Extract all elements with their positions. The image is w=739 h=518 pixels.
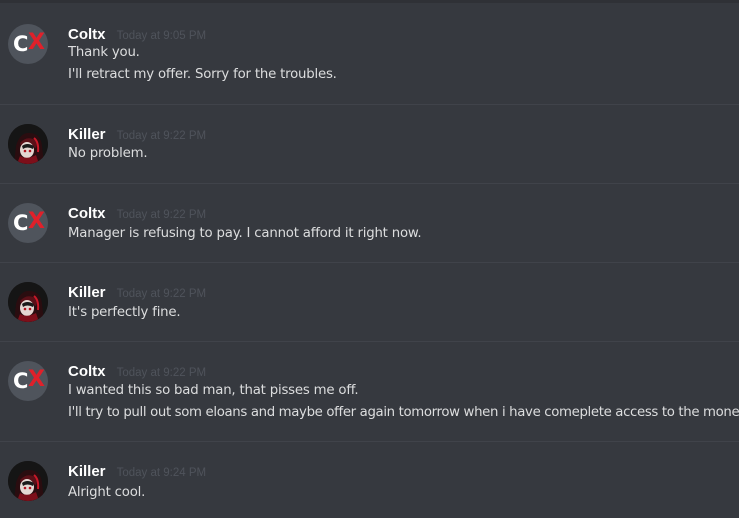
- username[interactable]: Coltx: [68, 205, 106, 222]
- message-divider: [0, 183, 739, 184]
- timestamp[interactable]: Today at 9:22 PM: [117, 367, 207, 379]
- timestamp[interactable]: Today at 9:22 PM: [117, 130, 207, 142]
- message-header: Killer Today at 9:24 PM: [68, 461, 207, 480]
- avatar-letter-x: X: [28, 209, 45, 234]
- killer-avatar-art: [8, 461, 48, 501]
- top-edge: [0, 0, 739, 3]
- killer-avatar-art: [8, 124, 48, 164]
- avatar-letter-x: X: [28, 367, 45, 392]
- coltx-avatar[interactable]: C X: [8, 361, 48, 401]
- message-header: Killer Today at 9:22 PM: [68, 124, 207, 143]
- avatar-letter-c: C: [13, 32, 29, 56]
- username[interactable]: Killer: [68, 463, 106, 480]
- coltx-avatar[interactable]: C X: [8, 24, 48, 64]
- message-text: No problem.: [68, 146, 148, 161]
- message-text: Manager is refusing to pay. I cannot aff…: [68, 226, 422, 241]
- avatar-letter-c: C: [13, 211, 29, 235]
- timestamp[interactable]: Today at 9:22 PM: [117, 288, 207, 300]
- killer-avatar-art: [8, 282, 48, 322]
- username[interactable]: Coltx: [68, 26, 106, 43]
- killer-avatar[interactable]: [8, 282, 48, 322]
- message-divider: [0, 341, 739, 342]
- message-text: Thank you.: [68, 45, 140, 60]
- timestamp[interactable]: Today at 9:05 PM: [117, 30, 207, 42]
- message-header: Killer Today at 9:22 PM: [68, 282, 207, 301]
- message-text: I'll try to pull out som eloans and mayb…: [68, 405, 739, 420]
- killer-avatar[interactable]: [8, 461, 48, 501]
- timestamp[interactable]: Today at 9:22 PM: [117, 209, 207, 221]
- username[interactable]: Killer: [68, 126, 106, 143]
- message-text: I'll retract my offer. Sorry for the tro…: [68, 67, 337, 82]
- message-divider: [0, 104, 739, 105]
- message-divider: [0, 262, 739, 263]
- avatar-letter-c: C: [13, 369, 29, 393]
- message-header: Coltx Today at 9:05 PM: [68, 24, 207, 43]
- message-text: I wanted this so bad man, that pisses me…: [68, 383, 359, 398]
- avatar-letter-x: X: [28, 30, 45, 55]
- message-header: Coltx Today at 9:22 PM: [68, 203, 207, 222]
- username[interactable]: Coltx: [68, 363, 106, 380]
- message-header: Coltx Today at 9:22 PM: [68, 361, 207, 380]
- timestamp[interactable]: Today at 9:24 PM: [117, 467, 207, 479]
- chat-message-list: C X Coltx Today at 9:05 PM Thank you. I'…: [0, 0, 739, 518]
- message-text: Alright cool.: [68, 485, 146, 500]
- username[interactable]: Killer: [68, 284, 106, 301]
- coltx-avatar[interactable]: C X: [8, 203, 48, 243]
- message-text: It's perfectly fine.: [68, 305, 181, 320]
- killer-avatar[interactable]: [8, 124, 48, 164]
- message-divider: [0, 441, 739, 442]
